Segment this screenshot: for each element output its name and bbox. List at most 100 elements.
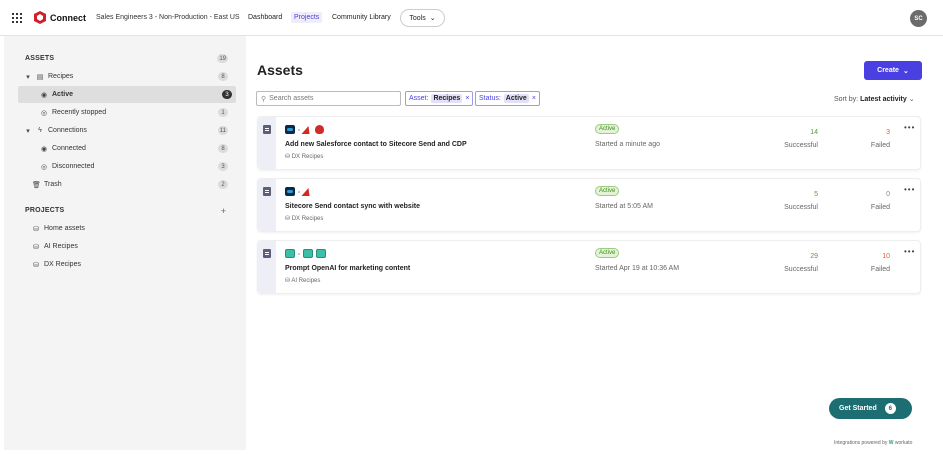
search-input[interactable] [269,95,390,102]
tools-label: Tools [409,14,426,22]
recipe-icon [263,125,271,134]
failed-count[interactable]: 10 [850,253,890,260]
more-options-icon[interactable]: ••• [904,123,915,132]
filter-asset[interactable]: Asset: Recipes × [405,91,474,106]
recipe-name[interactable]: Prompt OpenAI for marketing content [285,265,410,272]
caret-down-icon: ▾ [26,127,30,135]
recipe-icon: ▤ [36,73,44,81]
status-badge: Active [595,186,620,196]
caret-down-icon: ▾ [26,73,30,81]
sidebar-item-label: Recently stopped [52,109,107,116]
successful-label: Successful [784,204,818,211]
add-project-icon[interactable]: + [221,206,226,216]
sidebar-item-project[interactable]: ⛁ Home assets [4,220,246,237]
sidebar-item-project[interactable]: ⛁ DX Recipes [4,256,246,273]
red-app-icon [303,187,312,196]
sidebar-item-disconnected[interactable]: ◎ Disconnected 3 [4,158,246,175]
sidebar-item-label: Trash [44,181,62,188]
sidebar-item-label: Connected [52,145,86,152]
sidebar-item-active[interactable]: ◉ Active 3 [18,86,236,103]
recipe-project: ⛁ DX Recipes [285,216,324,222]
recipe-card[interactable]: Sitecore Send contact sync with website … [257,178,921,232]
recipe-name[interactable]: Add new Salesforce contact to Sitecore S… [285,141,467,148]
close-icon[interactable]: × [465,95,469,102]
red-app-icon [303,125,312,134]
chevron-down-icon: ⌄ [902,67,909,75]
recipe-icon [263,249,271,258]
red-shield-icon [315,125,324,134]
started-time: Started a minute ago [595,141,660,148]
disconnected-status-icon: ◎ [40,163,48,171]
recipe-icon [263,187,271,196]
recipe-project: ⛁ DX Recipes [285,154,324,160]
filter-status[interactable]: Status: Active × [475,91,540,106]
close-icon[interactable]: × [532,95,536,102]
sort-dropdown[interactable]: Sort by: Latest activity ⌄ [834,95,915,103]
app-icons [285,187,312,196]
avatar[interactable]: SC [910,10,927,27]
top-bar: Connect Sales Engineers 3 - Non-Producti… [0,0,943,36]
search-field[interactable]: ⚲ [256,91,401,106]
recipes-count-badge: 8 [218,72,228,81]
teal-app-icon [303,249,313,258]
assets-count-badge: 19 [217,54,228,63]
trash-count-badge: 2 [218,180,228,189]
folder-icon: ⛁ [33,225,39,233]
folder-icon: ⛁ [33,243,39,251]
page-title: Assets [257,62,303,78]
successful-count[interactable]: 14 [778,129,818,136]
successful-count[interactable]: 29 [778,253,818,260]
get-started-count-badge: 6 [884,403,896,414]
sidebar-item-trash[interactable]: 🗑 Trash 2 [4,176,246,193]
successful-label: Successful [784,142,818,149]
chevron-down-icon: ⌄ [908,96,915,103]
sidebar-assets-header: ASSETS 19 [25,54,228,63]
sidebar-item-recipes[interactable]: ▾ ▤ Recipes 8 [4,68,246,85]
nav-dashboard[interactable]: Dashboard [248,14,282,21]
nav-community-library[interactable]: Community Library [332,14,391,21]
chevron-down-icon: ⌄ [429,15,436,22]
disconnected-count-badge: 3 [218,162,228,171]
sidebar-item-label: Connections [48,127,87,134]
sidebar-item-connected[interactable]: ◉ Connected 8 [4,140,246,157]
sidebar-item-label: Recipes [48,73,74,80]
failed-label: Failed [870,142,890,149]
failed-count[interactable]: 3 [850,129,890,136]
successful-count[interactable]: 5 [778,191,818,198]
tools-dropdown[interactable]: Tools ⌄ [400,9,445,27]
app-launcher-icon[interactable] [12,13,22,23]
search-icon: ⚲ [261,95,267,103]
sidebar-item-project[interactable]: ⛁ AI Recipes [4,238,246,255]
connected-count-badge: 8 [218,144,228,153]
sidebar-item-label: Disconnected [52,163,95,170]
sidebar-projects-header: PROJECTS + [25,205,226,216]
sidebar-item-recently-stopped[interactable]: ◎ Recently stopped 1 [4,104,246,121]
failed-count[interactable]: 0 [850,191,890,198]
environment-label[interactable]: Sales Engineers 3 - Non-Production - Eas… [96,14,240,21]
active-count-badge: 3 [222,90,232,99]
brand-name: workato [894,440,913,446]
sidebar-item-connections[interactable]: ▾ ϟ Connections 11 [4,122,246,139]
app-title[interactable]: Connect [50,13,86,23]
recipe-name[interactable]: Sitecore Send contact sync with website [285,203,420,210]
recipe-card[interactable]: Add new Salesforce contact to Sitecore S… [257,116,921,170]
sidebar-item-label: Home assets [44,225,85,232]
create-button[interactable]: Create ⌄ [864,61,922,80]
sidebar: ASSETS 19 ▾ ▤ Recipes 8 ◉ Active 3 ◎ Rec… [4,36,246,450]
more-options-icon[interactable]: ••• [904,185,915,194]
folder-icon: ⛁ [33,261,39,269]
teal-app-icon [285,249,295,258]
more-options-icon[interactable]: ••• [904,247,915,256]
get-started-button[interactable]: Get Started 6 [829,398,912,419]
workato-logo-icon: W [888,440,894,446]
stopped-status-icon: ◎ [40,109,48,117]
powered-by-footer: Integrations powered by W workato [834,440,913,446]
status-badge: Active [595,248,620,258]
recently-stopped-count-badge: 1 [218,108,228,117]
trash-icon: 🗑 [32,181,41,189]
nav-projects[interactable]: Projects [291,12,323,23]
recipe-card[interactable]: Prompt OpenAI for marketing content ⛁ AI… [257,240,921,294]
active-status-icon: ◉ [40,91,48,99]
sitecore-icon [285,125,295,134]
sidebar-item-label: AI Recipes [44,243,78,250]
